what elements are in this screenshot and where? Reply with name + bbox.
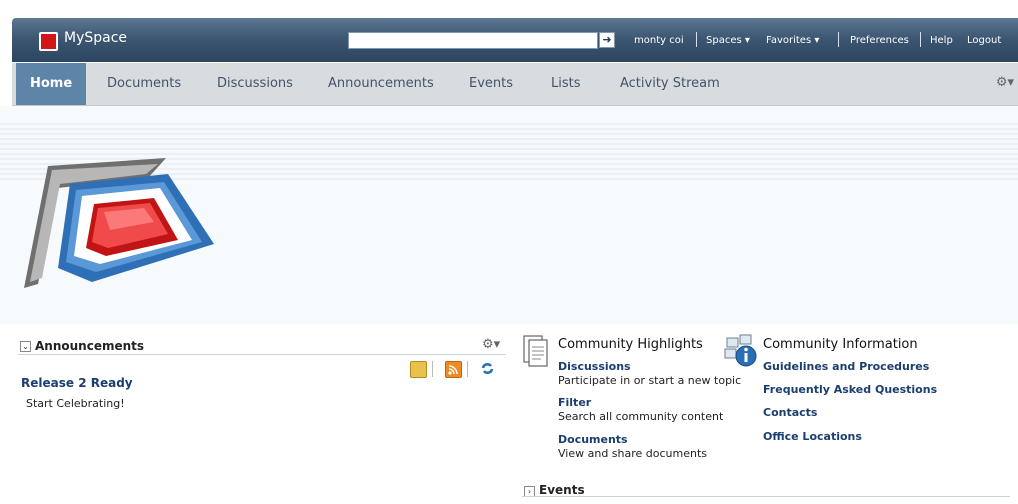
tab-announcements[interactable]: Announcements	[328, 63, 434, 105]
documents-icon	[523, 335, 548, 367]
info-link-contacts[interactable]: Contacts	[763, 406, 817, 419]
tab-activity-stream[interactable]: Activity Stream	[620, 63, 720, 105]
search-input[interactable]	[348, 32, 598, 49]
announcements-title: Announcements	[35, 339, 145, 353]
rss-icon[interactable]	[445, 361, 462, 378]
info-link-office-locations[interactable]: Office Locations	[763, 430, 862, 443]
community-highlights-title: Community Highlights	[558, 337, 703, 352]
tab-documents[interactable]: Documents	[107, 63, 181, 105]
community-information-title: Community Information	[763, 337, 918, 352]
highlight-link-documents[interactable]: Documents	[558, 433, 628, 446]
header-divider	[838, 32, 839, 47]
info-link-guidelines[interactable]: Guidelines and Procedures	[763, 360, 929, 373]
tab-events[interactable]: Events	[469, 63, 513, 105]
brand-name[interactable]: MySpace	[64, 30, 127, 46]
highlight-description: Search all community content	[558, 410, 724, 423]
events-title: Events	[539, 483, 585, 497]
top-header: MySpace ➜ monty coi Spaces ▾ Favorites ▾…	[12, 18, 1018, 62]
highlight-link-filter[interactable]: Filter	[558, 396, 591, 409]
tab-discussions[interactable]: Discussions	[217, 63, 293, 105]
user-link[interactable]: monty coi	[634, 35, 684, 46]
arrow-right-icon: ➜	[602, 33, 612, 46]
chevron-down-icon: ⌄	[22, 342, 29, 351]
tab-lists[interactable]: Lists	[551, 63, 581, 105]
announcement-item-description: Start Celebrating!	[26, 397, 125, 410]
spaces-menu[interactable]: Spaces ▾	[706, 35, 750, 46]
help-link[interactable]: Help	[930, 35, 953, 46]
gear-icon[interactable]: ⚙▾	[996, 75, 1014, 90]
search-go-button[interactable]: ➜	[599, 32, 615, 48]
divider	[467, 361, 468, 377]
divider	[18, 354, 506, 355]
highlight-link-discussions[interactable]: Discussions	[558, 360, 631, 373]
announcement-item-title[interactable]: Release 2 Ready	[21, 376, 133, 390]
divider	[432, 361, 433, 377]
banner	[0, 106, 1018, 324]
divider	[522, 496, 1010, 497]
edit-icon[interactable]	[410, 361, 427, 378]
tab-home[interactable]: Home	[16, 63, 87, 105]
highlight-description: View and share documents	[558, 447, 708, 460]
gear-icon[interactable]: ⚙▾	[482, 337, 500, 352]
info-link-faq[interactable]: Frequently Asked Questions	[763, 383, 937, 396]
banner-logo-icon	[24, 158, 214, 288]
myspace-logo-icon	[39, 32, 58, 51]
logout-link[interactable]: Logout	[967, 35, 1001, 46]
header-divider	[696, 32, 697, 47]
refresh-icon[interactable]	[480, 361, 495, 376]
main-nav: Home Documents Discussions Announcements…	[12, 63, 1018, 106]
info-icon	[724, 334, 757, 367]
chevron-right-icon: ›	[527, 487, 532, 496]
favorites-menu[interactable]: Favorites ▾	[766, 35, 819, 46]
collapse-toggle[interactable]: ⌄	[20, 341, 31, 352]
header-divider	[920, 32, 921, 47]
preferences-link[interactable]: Preferences	[850, 35, 909, 46]
highlight-description: Participate in or start a new topic	[558, 374, 742, 387]
